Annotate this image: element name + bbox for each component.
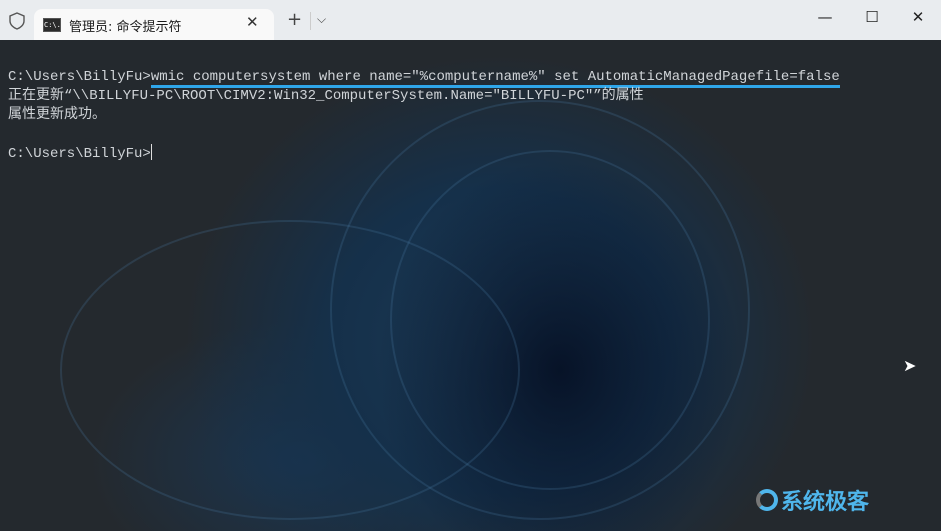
divider — [310, 12, 311, 30]
chevron-down-icon[interactable]: ⌵ — [317, 12, 326, 27]
terminal-output: C:\Users\BillyFu>wmic computersystem whe… — [8, 68, 840, 164]
cmd-icon: C:\. — [43, 18, 61, 32]
command-text: wmic computersystem where name="%compute… — [150, 69, 840, 88]
maximize-button[interactable]: ☐ — [857, 8, 887, 32]
output-line: 属性更新成功。 — [8, 107, 106, 123]
tab-close-button[interactable]: ✕ — [246, 13, 259, 31]
new-tab-button[interactable]: + — [287, 9, 302, 30]
logo-icon — [756, 489, 778, 511]
prompt: C:\Users\BillyFu> — [8, 69, 151, 85]
wallpaper-swirl — [60, 220, 520, 520]
watermark-text: 系统极客 — [781, 490, 870, 515]
tab-command-prompt[interactable]: C:\. 管理员: 命令提示符 ✕ — [34, 9, 274, 40]
close-button[interactable]: ✕ — [903, 8, 933, 32]
tab-title: 管理员: 命令提示符 — [69, 20, 182, 35]
watermark-logo: 系统极客 — [756, 484, 869, 516]
title-bar: C:\. 管理员: 命令提示符 ✕ + ⌵ — ☐ ✕ — [0, 0, 941, 40]
prompt: C:\Users\BillyFu> — [8, 146, 151, 162]
output-line: 正在更新“\\BILLYFU-PC\ROOT\CIMV2:Win32_Compu… — [8, 88, 644, 104]
mouse-pointer-icon: ➤ — [903, 356, 917, 375]
minimize-button[interactable]: — — [810, 8, 840, 32]
shield-icon — [9, 12, 25, 30]
text-cursor — [150, 144, 152, 160]
terminal-area[interactable]: C:\Users\BillyFu>wmic computersystem whe… — [0, 40, 941, 531]
